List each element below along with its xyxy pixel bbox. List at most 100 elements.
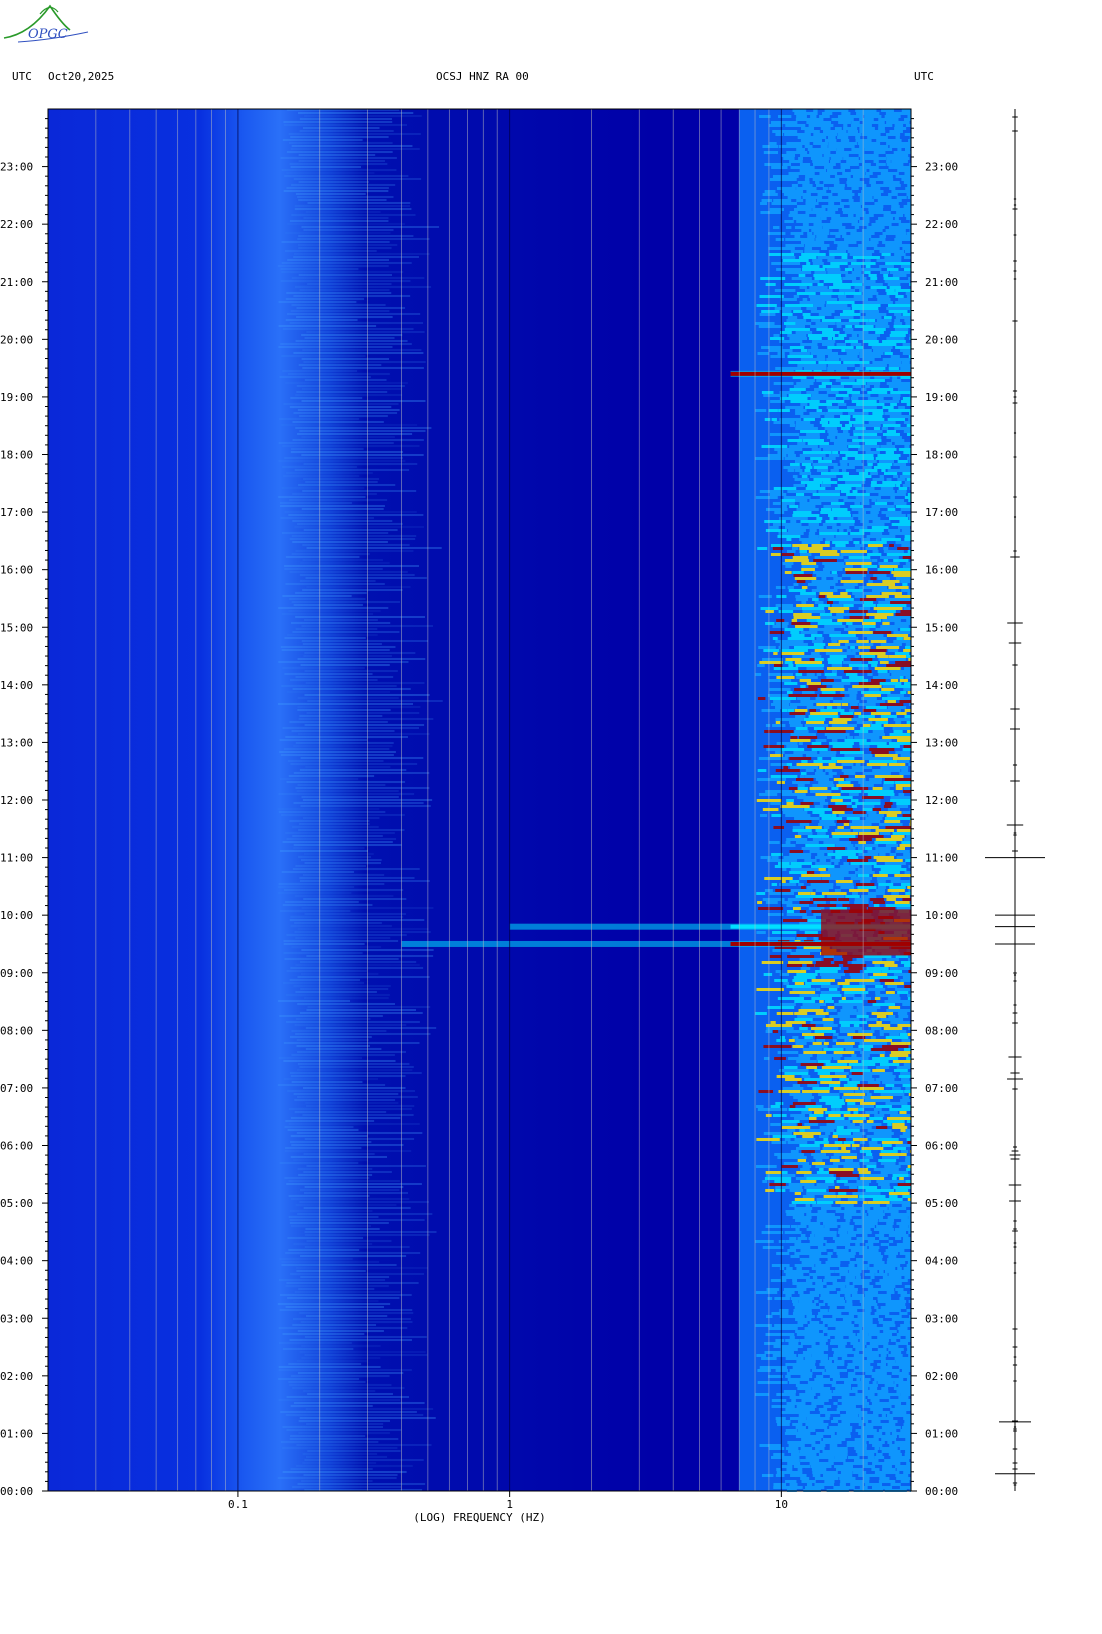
hf-cell <box>768 673 794 676</box>
hf-cell <box>889 187 896 190</box>
hf-cell <box>783 1390 797 1393</box>
hf-cell <box>822 331 840 334</box>
hf-cell <box>865 367 886 370</box>
hf-cell <box>790 250 804 253</box>
hf-cell <box>857 1009 877 1012</box>
noise-stripe <box>297 976 430 978</box>
hf-cell <box>873 196 892 199</box>
hf-cell <box>865 313 887 316</box>
hf-cell <box>899 679 908 682</box>
hf-cell <box>838 295 847 298</box>
hf-cell <box>834 1240 865 1243</box>
hf-cell <box>786 985 811 988</box>
hf-cell <box>893 559 909 562</box>
hf-cell <box>854 736 880 739</box>
hf-cell <box>795 469 803 472</box>
noise-stripe <box>291 553 370 555</box>
hf-cell <box>836 148 845 151</box>
hf-cell <box>856 403 885 406</box>
noise-stripe <box>293 253 430 255</box>
hf-cell <box>902 556 911 559</box>
hf-cell <box>905 1180 911 1183</box>
hf-cell <box>822 1147 839 1150</box>
hf-cell <box>829 1159 840 1162</box>
noise-stripe <box>282 727 420 729</box>
hf-cell <box>828 145 855 148</box>
noise-stripe <box>292 520 393 522</box>
hf-cell <box>895 988 911 991</box>
hf-cell <box>788 1108 809 1111</box>
hf-cell <box>894 328 909 331</box>
hf-cell <box>799 1339 828 1342</box>
hf-cell <box>878 217 893 220</box>
hf-cell <box>906 403 911 406</box>
noise-stripe <box>286 1282 419 1284</box>
hf-cell <box>870 1096 893 1099</box>
hf-cell <box>891 208 911 211</box>
hf-cell <box>795 118 824 121</box>
hf-cell <box>809 526 827 529</box>
hf-cell <box>842 661 862 664</box>
hf-cell <box>805 1456 835 1459</box>
hf-cell <box>790 232 804 235</box>
hf-cell <box>875 829 894 832</box>
hf-cell <box>795 673 803 676</box>
hf-cell <box>858 1432 883 1435</box>
hf-cell <box>904 133 911 136</box>
hf-cell <box>828 1189 858 1192</box>
hf-cell <box>819 115 830 118</box>
hf-cell <box>797 697 811 700</box>
noise-stripe <box>294 208 412 210</box>
hf-cell <box>828 454 840 457</box>
hf-cell <box>862 757 893 760</box>
hf-cell <box>888 1192 910 1195</box>
hf-cell <box>836 1291 858 1294</box>
hf-cell <box>773 226 780 229</box>
hf-cell <box>819 1000 824 1003</box>
hf-cell <box>825 769 833 772</box>
hf-cell <box>769 493 787 496</box>
hf-cell <box>758 595 772 598</box>
hf-cell <box>847 130 859 133</box>
hf-cell <box>847 178 860 181</box>
hf-cell <box>786 763 793 766</box>
hf-cell <box>816 1375 824 1378</box>
hf-cell <box>851 1387 869 1390</box>
hf-cell <box>870 277 878 280</box>
hf-cell <box>902 1237 911 1240</box>
hf-cell <box>818 535 835 538</box>
hf-cell <box>817 904 837 907</box>
hf-cell <box>880 1162 896 1165</box>
hf-cell <box>789 991 816 994</box>
hf-cell <box>833 1087 859 1090</box>
noise-stripe <box>303 229 394 231</box>
hf-cell <box>828 196 853 199</box>
hf-cell <box>795 331 813 334</box>
noise-stripe <box>283 748 390 750</box>
hf-cell <box>782 1459 800 1462</box>
noise-stripe <box>307 1450 401 1452</box>
hf-cell <box>865 1372 887 1375</box>
hf-cell <box>886 1291 895 1294</box>
hf-cell <box>775 238 784 241</box>
hf-cell <box>891 439 905 442</box>
hf-cell <box>847 1126 861 1129</box>
hf-cell <box>873 865 902 868</box>
hf-cell <box>862 805 875 808</box>
hf-cell <box>816 1315 823 1318</box>
noise-stripe <box>298 160 386 162</box>
hf-cell <box>841 112 851 115</box>
hf-cell <box>895 784 911 787</box>
hf-cell <box>900 1099 911 1102</box>
hf-cell <box>812 838 840 841</box>
hf-cell <box>880 766 909 769</box>
hf-cell <box>904 268 911 271</box>
hf-cell <box>871 1402 902 1405</box>
noise-stripe <box>289 1072 422 1074</box>
hf-cell <box>882 580 900 583</box>
hf-cell <box>850 862 877 865</box>
hf-cell <box>802 184 813 187</box>
hf-cell <box>858 1171 871 1174</box>
hf-cell <box>792 979 808 982</box>
hf-cell <box>887 469 911 472</box>
